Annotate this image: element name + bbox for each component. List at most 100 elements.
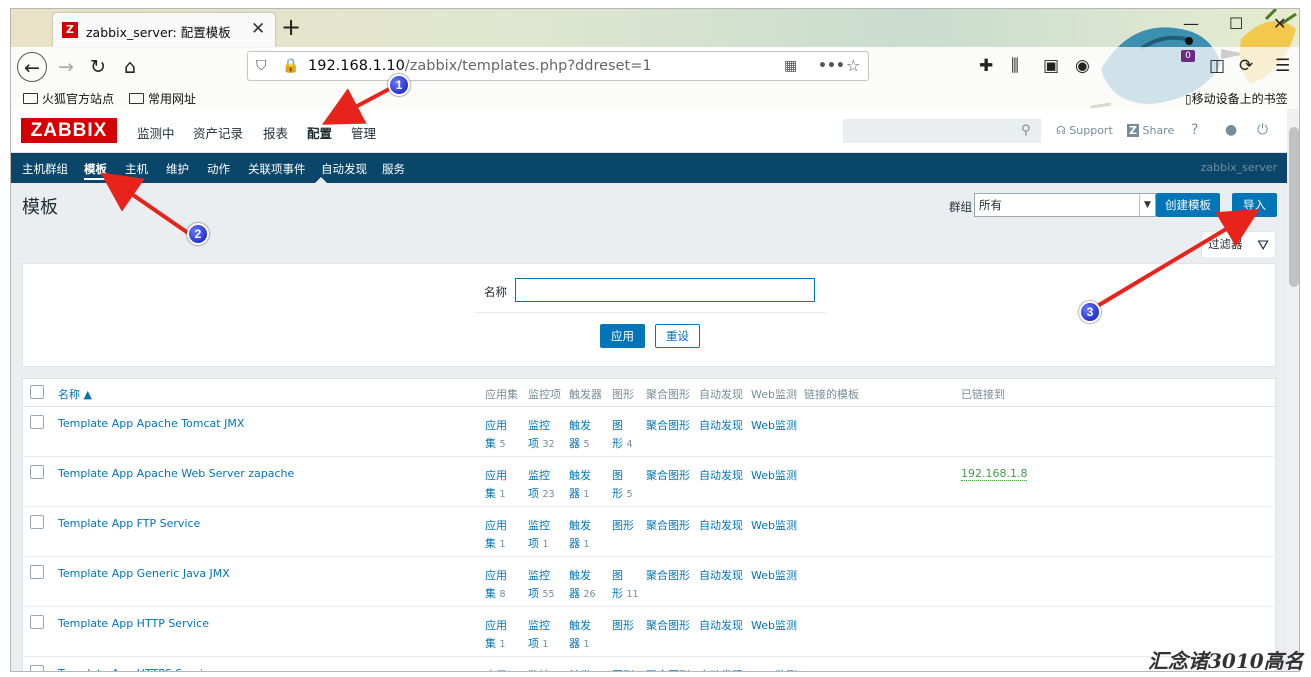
- discovery-link[interactable]: 自动发现: [699, 617, 743, 635]
- triggers-link-count[interactable]: 器 1: [569, 635, 590, 651]
- new-tab-button[interactable]: +: [281, 13, 301, 41]
- column-name-sort[interactable]: 名称 ▲: [58, 386, 92, 402]
- submenu-maintenance[interactable]: 维护: [166, 161, 189, 177]
- discovery-link[interactable]: 自动发现: [699, 667, 743, 671]
- submenu-services[interactable]: 服务: [382, 161, 405, 177]
- graphs-link[interactable]: 图形: [612, 617, 634, 635]
- support-link[interactable]: ☊ Support: [1056, 124, 1113, 137]
- template-name-link[interactable]: Template App Apache Web Server zapache: [58, 467, 294, 480]
- items-link-count[interactable]: 项 32: [528, 435, 555, 451]
- screens-link[interactable]: 聚合图形: [646, 467, 690, 485]
- applications-link[interactable]: 应用: [485, 517, 507, 535]
- scrollbar-thumb[interactable]: [1289, 127, 1299, 287]
- filter-apply-button[interactable]: 应用: [600, 324, 645, 348]
- bookmark-firefox-site[interactable]: 火狐官方站点: [23, 90, 114, 107]
- back-icon[interactable]: ←: [17, 52, 47, 82]
- triggers-link[interactable]: 触发: [569, 667, 591, 671]
- page-scrollbar[interactable]: [1287, 109, 1299, 671]
- graphs-link[interactable]: 图形: [612, 517, 634, 535]
- menu-administration[interactable]: 管理: [351, 123, 376, 142]
- applications-link[interactable]: 应用: [485, 417, 507, 435]
- share-link[interactable]: Z Share: [1127, 124, 1174, 137]
- template-name-link[interactable]: Template App HTTP Service: [58, 617, 209, 630]
- submenu-hosts[interactable]: 主机: [125, 161, 148, 177]
- screens-link[interactable]: 聚合图形: [646, 567, 690, 585]
- items-link[interactable]: 监控: [528, 567, 550, 585]
- zabbix-logo[interactable]: ZABBIX: [21, 118, 117, 143]
- triggers-link[interactable]: 触发: [569, 567, 591, 585]
- global-search-input[interactable]: [843, 119, 1041, 143]
- screens-link[interactable]: 聚合图形: [646, 417, 690, 435]
- screens-link[interactable]: 聚合图形: [646, 517, 690, 535]
- applications-link-count[interactable]: 集 1: [485, 485, 506, 501]
- template-name-link[interactable]: Template App FTP Service: [58, 517, 200, 530]
- forward-icon[interactable]: →: [51, 52, 81, 82]
- template-name-link[interactable]: Template App HTTPS Service: [58, 667, 216, 671]
- triggers-link[interactable]: 触发: [569, 517, 591, 535]
- items-link-count[interactable]: 项 23: [528, 485, 555, 501]
- items-link[interactable]: 监控: [528, 617, 550, 635]
- items-link-count[interactable]: 项 1: [528, 635, 549, 651]
- items-link[interactable]: 监控: [528, 467, 550, 485]
- select-all-checkbox[interactable]: [30, 385, 44, 399]
- bookmark-star-icon[interactable]: ☆: [846, 56, 860, 75]
- template-name-link[interactable]: Template App Apache Tomcat JMX: [58, 417, 244, 430]
- discovery-link[interactable]: 自动发现: [699, 467, 743, 485]
- items-link[interactable]: 监控: [528, 517, 550, 535]
- row-checkbox[interactable]: [30, 565, 44, 579]
- menu-configuration[interactable]: 配置: [307, 123, 332, 142]
- applications-link-count[interactable]: 集 8: [485, 585, 506, 601]
- graphs-link-count[interactable]: 形 11: [612, 585, 639, 601]
- web-link[interactable]: Web监测: [751, 567, 797, 585]
- applications-link[interactable]: 应用: [485, 617, 507, 635]
- template-name-link[interactable]: Template App Generic Java JMX: [58, 567, 230, 580]
- reload-icon[interactable]: ↻: [83, 52, 113, 82]
- addon-icon[interactable]: ◫: [1209, 56, 1225, 76]
- triggers-link[interactable]: 触发: [569, 617, 591, 635]
- filter-reset-button[interactable]: 重设: [655, 324, 700, 348]
- web-link[interactable]: Web监测: [751, 417, 797, 435]
- items-link-count[interactable]: 项 1: [528, 535, 549, 551]
- group-select[interactable]: 所有 ▼: [974, 193, 1156, 217]
- graphs-link[interactable]: 图形: [612, 667, 634, 671]
- shield-icon[interactable]: ⛉: [256, 58, 267, 74]
- row-checkbox[interactable]: [30, 615, 44, 629]
- screens-link[interactable]: 聚合图形: [646, 667, 690, 671]
- submenu-actions[interactable]: 动作: [207, 161, 230, 177]
- account-icon[interactable]: ◉: [1075, 56, 1090, 76]
- maximize-icon[interactable]: ☐: [1229, 14, 1243, 33]
- graphs-link[interactable]: 图: [612, 417, 623, 435]
- sidebar-icon[interactable]: ▣: [1043, 56, 1059, 76]
- bookmark-common-sites[interactable]: 常用网址: [129, 90, 196, 107]
- menu-icon[interactable]: ☰: [1275, 56, 1290, 76]
- applications-link-count[interactable]: 集 5: [485, 435, 506, 451]
- insecure-lock-icon[interactable]: 🔒: [282, 58, 299, 74]
- graphs-link[interactable]: 图: [612, 567, 623, 585]
- tab-close-icon[interactable]: ✕: [251, 19, 265, 39]
- discovery-link[interactable]: 自动发现: [699, 417, 743, 435]
- window-close-icon[interactable]: ✕: [1273, 14, 1286, 33]
- minimize-icon[interactable]: —: [1183, 14, 1199, 33]
- submenu-templates[interactable]: 模板: [84, 161, 107, 180]
- triggers-link-count[interactable]: 器 1: [569, 485, 590, 501]
- triggers-link-count[interactable]: 器 26: [569, 585, 596, 601]
- items-link[interactable]: 监控: [528, 417, 550, 435]
- web-link[interactable]: Web监测: [751, 667, 797, 671]
- import-button[interactable]: 导入: [1232, 193, 1277, 217]
- url-bar[interactable]: ⛉ 🔒 192.168.1.10/zabbix/templates.php?dd…: [247, 51, 869, 81]
- web-link[interactable]: Web监测: [751, 517, 797, 535]
- filter-name-input[interactable]: [515, 278, 815, 302]
- triggers-link[interactable]: 触发: [569, 417, 591, 435]
- linked-host-link[interactable]: 192.168.1.8: [961, 467, 1028, 481]
- url-text[interactable]: 192.168.1.10/zabbix/templates.php?ddrese…: [308, 58, 652, 74]
- search-icon[interactable]: ⚲: [1021, 123, 1031, 138]
- screens-link[interactable]: 聚合图形: [646, 617, 690, 635]
- library-icon[interactable]: ⫼: [1011, 56, 1019, 76]
- graphs-link[interactable]: 图: [612, 467, 623, 485]
- sync-icon[interactable]: ⟳: [1239, 56, 1253, 76]
- submenu-discovery[interactable]: 自动发现: [321, 161, 367, 177]
- qr-code-icon[interactable]: ▦: [784, 58, 797, 74]
- row-checkbox[interactable]: [30, 465, 44, 479]
- help-icon[interactable]: ?: [1191, 122, 1198, 138]
- extensions-icon[interactable]: ✚: [979, 56, 993, 76]
